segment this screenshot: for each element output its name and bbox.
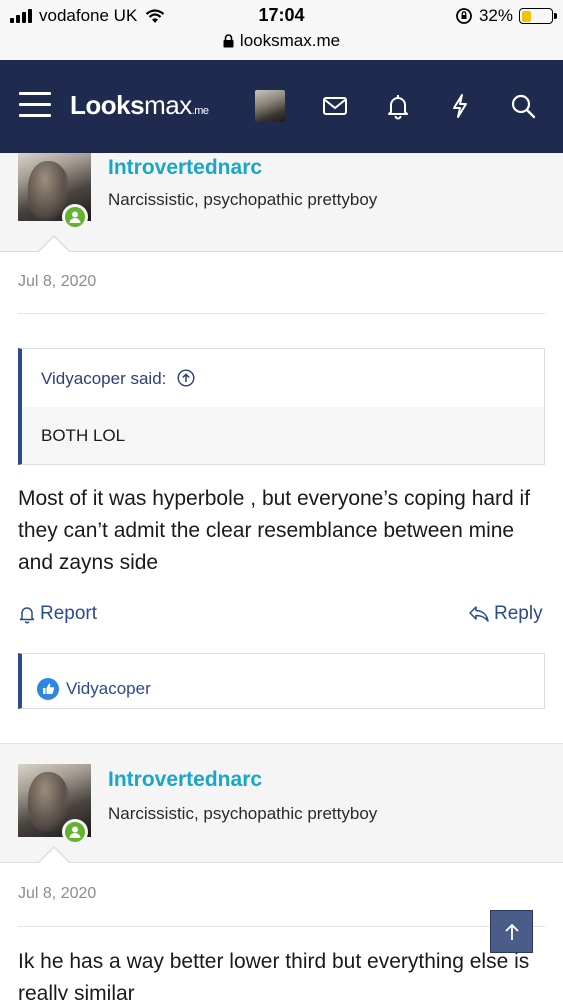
- site-header: Looksmax.me: [0, 60, 563, 153]
- post-user-header: Introvertednarc Narcissistic, psychopath…: [0, 153, 563, 252]
- divider: [18, 926, 545, 927]
- bolt-icon[interactable]: [446, 92, 474, 120]
- online-status-icon: [62, 819, 88, 845]
- post-date[interactable]: Jul 8, 2020: [18, 273, 96, 291]
- mail-icon[interactable]: [321, 92, 349, 120]
- post-date[interactable]: Jul 8, 2020: [18, 885, 96, 903]
- search-icon[interactable]: [509, 92, 537, 120]
- arrow-up-circle-icon[interactable]: [177, 369, 195, 387]
- battery-percent: 32%: [478, 6, 513, 25]
- quote-block: Vidyacoper said: BOTH LOL: [18, 348, 545, 465]
- account-avatar[interactable]: [255, 90, 285, 122]
- post-body: Most of it was hyperbole , but everyone’…: [18, 487, 531, 574]
- url-bar[interactable]: looksmax.me: [0, 31, 563, 51]
- username-link[interactable]: Introvertednarc: [108, 768, 262, 792]
- bell-icon: [19, 607, 35, 624]
- quote-text: BOTH LOL: [22, 407, 544, 464]
- user-title: Narcissistic, psychopathic prettyboy: [108, 190, 378, 209]
- menu-icon[interactable]: [19, 92, 51, 118]
- reaction-user[interactable]: Vidyacoper: [66, 679, 151, 699]
- reply-icon: [469, 606, 489, 622]
- battery-icon: [519, 8, 557, 24]
- bell-icon[interactable]: [384, 92, 412, 120]
- rotation-lock-icon: [456, 8, 472, 24]
- like-icon: [37, 677, 59, 700]
- quote-author[interactable]: Vidyacoper said:: [22, 349, 544, 407]
- report-button[interactable]: Report: [18, 603, 97, 625]
- post-user-header: Introvertednarc Narcissistic, psychopath…: [0, 743, 563, 863]
- status-bar: vodafone UK 17:04 32% looksmax.me: [0, 0, 563, 60]
- username-link[interactable]: Introvertednarc: [108, 156, 262, 180]
- user-title: Narcissistic, psychopathic prettyboy: [108, 804, 378, 823]
- reply-button[interactable]: Reply: [468, 603, 543, 625]
- divider: [18, 313, 545, 314]
- site-logo[interactable]: Looksmax.me: [70, 90, 209, 121]
- arrow-up-icon: [504, 923, 519, 940]
- url-text: looksmax.me: [239, 31, 341, 50]
- online-status-icon: [62, 204, 88, 230]
- scroll-to-top-button[interactable]: [490, 910, 533, 953]
- lock-icon: [223, 34, 234, 48]
- post-body: Ik he has a way better lower third but e…: [18, 950, 530, 1000]
- reactions-bar[interactable]: Vidyacoper: [18, 653, 545, 709]
- status-right: 32%: [455, 6, 557, 26]
